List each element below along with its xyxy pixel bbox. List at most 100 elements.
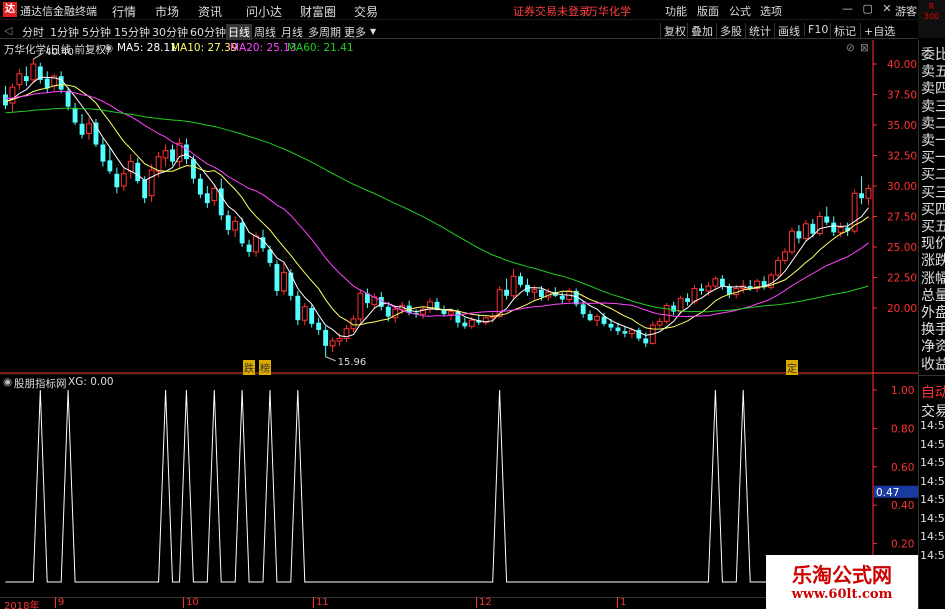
candle-body-up (9, 86, 16, 104)
price-tick-label: 30.00 (887, 181, 917, 193)
menu-wealth[interactable]: 财富圈 (300, 3, 336, 20)
indicator-settings-icon[interactable]: ◉ (3, 376, 12, 388)
btn-overlay[interactable]: 叠加 (687, 23, 713, 39)
btn-draw[interactable]: 画线 (774, 23, 800, 39)
candle-body-up (656, 320, 663, 326)
menu-formula[interactable]: 公式 (729, 3, 751, 19)
chart-header: 万华化学(日线 前复权) ◉ MA5: 28.11 MA10: 27.39 MA… (0, 40, 870, 56)
menu-ask[interactable]: 问小达 (246, 3, 282, 20)
tick-time-label: 14:56 (920, 493, 945, 506)
pin-icon[interactable]: ⊘ (846, 42, 855, 54)
candle-body-down (114, 173, 120, 188)
candle-body-down (859, 193, 864, 199)
candle-body-up (677, 297, 684, 313)
period-30min[interactable]: 30分钟 (152, 24, 188, 40)
menu-layout[interactable]: 版面 (697, 3, 719, 19)
candle-body-down (107, 160, 113, 172)
period-60min[interactable]: 60分钟 (190, 24, 226, 40)
menu-options[interactable]: 选项 (760, 3, 782, 19)
candle-body-down (288, 272, 294, 296)
period-1min[interactable]: 1分钟 (50, 24, 79, 40)
menu-news[interactable]: 资讯 (198, 3, 222, 20)
candle-body-up (253, 235, 259, 253)
candle-body-down (559, 295, 565, 300)
candle-body-down (580, 304, 586, 315)
btn-mark[interactable]: 标记 (830, 23, 856, 39)
close-icon[interactable]: ✕ (882, 2, 891, 15)
menu-trade[interactable]: 交易 (354, 3, 378, 20)
candle-body-up (802, 223, 809, 239)
date-label: 2018年 (4, 601, 40, 609)
auto-trade-label: 自动 (921, 385, 945, 401)
chart-background (0, 40, 918, 374)
btn-adjust[interactable]: 复权 (660, 23, 686, 39)
indicator-name: 股朋指标网 (14, 378, 67, 390)
rs-badge[interactable]: R 300 (918, 0, 945, 38)
guest-label[interactable]: 游客 (895, 3, 917, 19)
menu-market[interactable]: 市场 (155, 3, 179, 20)
title-bar: 达 通达信金融终端 行情 市场 资讯 问小达 财富圈 交易 证券交易未登录 万华… (0, 0, 945, 20)
candle-body-up (628, 329, 635, 335)
candle-body-up (865, 187, 872, 199)
indicator-tick-label: 0.40 (891, 500, 914, 512)
settings-dot-icon[interactable]: ◉ (104, 42, 113, 54)
period-monthly[interactable]: 月线 (281, 24, 303, 40)
candle-body-down (622, 331, 628, 334)
candle-body-down (142, 179, 148, 199)
period-timeshare[interactable]: 分时 (22, 24, 44, 40)
candle-body-up (211, 187, 218, 202)
restore-icon[interactable]: ▢ (863, 2, 873, 15)
candle-body-up (594, 316, 601, 321)
price-tick-label: 37.50 (887, 90, 917, 102)
candle-body-up (280, 272, 287, 292)
period-more[interactable]: 更多 (344, 24, 366, 40)
quote-field-label: 收益 (921, 356, 945, 373)
candle-body-up (691, 287, 698, 303)
chart-stock-name: 万华化学(日线 前复权) (4, 44, 111, 56)
period-5min[interactable]: 5分钟 (82, 24, 111, 40)
collapse-icon[interactable]: ◁ (4, 24, 12, 37)
date-label: 12 (476, 597, 492, 608)
candle-body-down (824, 216, 830, 223)
signal-label: 榜 (259, 360, 271, 375)
panel-close-icon[interactable]: ⊠ (860, 42, 869, 54)
btn-multistock[interactable]: 多股 (716, 23, 742, 39)
candle-body-up (336, 338, 343, 342)
candle-body-down (3, 94, 8, 106)
date-label: 10 (183, 597, 199, 608)
candle-body-down (239, 222, 245, 244)
candle-body-down (309, 308, 315, 324)
price-tick-label: 20.00 (887, 303, 917, 315)
candle-body-up (232, 220, 239, 231)
btn-add-watchlist[interactable]: +自选 (860, 23, 895, 39)
candle-body-up (357, 292, 364, 320)
period-daily[interactable]: 日线 (226, 24, 252, 40)
candle-body-up (775, 259, 781, 276)
more-chevron-icon[interactable]: ▼ (370, 27, 376, 36)
menu-function[interactable]: 功能 (665, 3, 687, 19)
minimize-icon[interactable]: — (842, 2, 853, 15)
ma60-label: MA60: 21.41 (287, 42, 354, 54)
menu-quotes[interactable]: 行情 (112, 3, 136, 20)
login-notice[interactable]: 证券交易未登录 (513, 3, 590, 19)
candle-body-down (587, 314, 593, 321)
candle-body-down (462, 322, 468, 327)
btn-f10[interactable]: F10 (804, 23, 828, 36)
sideboard-divider (919, 375, 945, 376)
btn-stats[interactable]: 统计 (745, 23, 771, 39)
candle-body-down (246, 244, 252, 252)
price-tick-label: 25.00 (887, 242, 917, 254)
kline-chart[interactable]: 40.00 37.50 35.00 32.50 30.00 27.50 25.00 22.50… (0, 40, 918, 374)
candle-body-up (30, 63, 37, 81)
period-multi[interactable]: 多周期 (308, 24, 341, 40)
period-weekly[interactable]: 周线 (254, 24, 276, 40)
indicator-tick-label: 0.20 (891, 539, 914, 551)
candle-body-down (601, 316, 607, 324)
watermark: 乐淘公式网 www.60lt.com (766, 555, 918, 609)
ma5-label: MA5: 28.11 (117, 42, 177, 54)
candle-body-down (44, 78, 50, 89)
candle-body-up (120, 173, 127, 187)
period-15min[interactable]: 15分钟 (114, 24, 150, 40)
app-logo: 达 (3, 2, 17, 17)
candle-body-up (162, 150, 169, 159)
